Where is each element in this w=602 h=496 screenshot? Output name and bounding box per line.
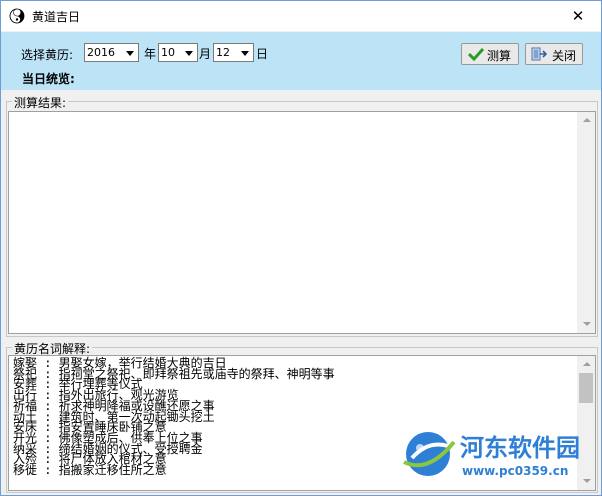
results-scrollbar[interactable] [577, 112, 595, 333]
scroll-up-icon[interactable] [578, 112, 595, 129]
year-unit-label: 年 [144, 47, 157, 61]
close-button[interactable]: 关闭 [525, 43, 583, 65]
close-button-label: 关闭 [552, 49, 577, 63]
month-value: 10 [161, 46, 175, 59]
close-icon: ✕ [571, 7, 585, 25]
watermark-logo: 河东软件园 www.pc0359.cn [398, 418, 602, 496]
exit-door-icon [531, 47, 547, 61]
scroll-up-icon[interactable] [578, 356, 595, 373]
chevron-down-icon [126, 51, 134, 56]
calculate-button-label: 测算 [487, 49, 512, 63]
scroll-thumb[interactable] [579, 373, 593, 403]
chevron-down-icon [185, 51, 193, 56]
title-bar: 黄道吉日 ✕ [1, 1, 601, 31]
globe-logo-icon [403, 432, 456, 476]
window-title: 黄道吉日 [32, 10, 81, 24]
year-value: 2016 [87, 46, 115, 59]
scroll-down-icon[interactable] [578, 316, 595, 333]
day-value: 12 [216, 46, 230, 59]
watermark-url: www.pc0359.cn [462, 464, 569, 478]
select-calendar-label: 选择黄历: [21, 48, 74, 62]
toolbar: 选择黄历: 2016 年 10 月 12 日 当日统览: 测算 关闭 [1, 32, 601, 90]
day-unit-label: 日 [256, 47, 269, 61]
yin-yang-icon [9, 8, 25, 24]
month-unit-label: 月 [199, 47, 212, 61]
year-select[interactable]: 2016 [84, 43, 139, 62]
results-text-area[interactable] [8, 111, 596, 334]
calculate-button[interactable]: 测算 [461, 43, 519, 65]
month-select[interactable]: 10 [158, 43, 198, 62]
chevron-down-icon [241, 51, 249, 56]
day-select[interactable]: 12 [213, 43, 254, 62]
checkmark-icon [468, 47, 484, 61]
results-label: 测算结果: [12, 94, 69, 111]
watermark-site-name: 河东软件园 [460, 433, 580, 462]
daily-summary-label: 当日统览: [22, 72, 75, 86]
results-group: 测算结果: [6, 94, 598, 337]
window-close-button[interactable]: ✕ [555, 1, 601, 31]
